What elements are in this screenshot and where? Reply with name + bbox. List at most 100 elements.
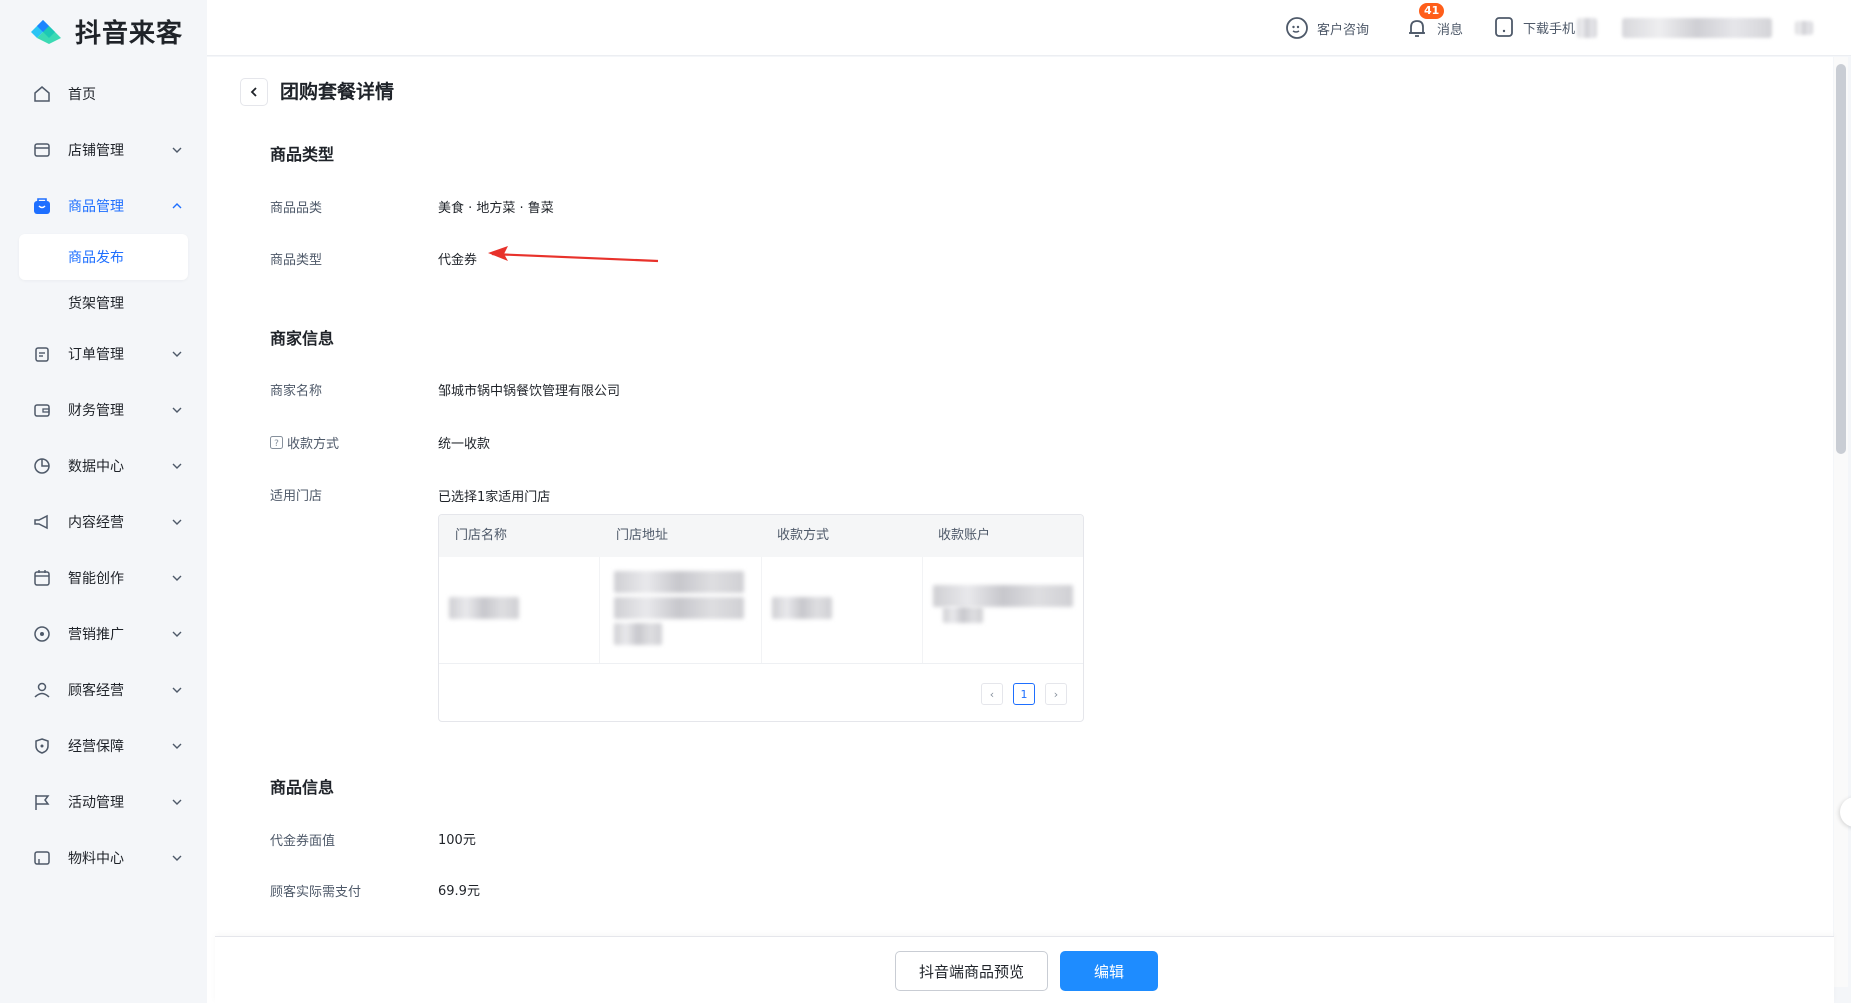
next-page-button[interactable]: › (1045, 683, 1067, 705)
redacted-area (1577, 18, 1597, 38)
section-title-merchant: 商家信息 (270, 329, 335, 348)
messages-badge: 41 (1419, 3, 1445, 19)
store-address-cell (600, 557, 762, 663)
messages-button[interactable]: 41 消息 (1405, 3, 1464, 40)
face-value: 100元 (438, 833, 476, 848)
edit-button[interactable]: 编辑 (1060, 951, 1158, 991)
category-value: 美食 · 地方菜 · 鲁菜 (438, 201, 554, 216)
help-icon[interactable]: ? (270, 436, 283, 449)
payment-method-label-text: 收款方式 (287, 437, 340, 452)
sidebar-item-data[interactable]: 数据中心 (0, 438, 207, 494)
chevron-down-icon (172, 575, 182, 581)
sidebar-item-label: 经营保障 (68, 739, 124, 755)
stores-value: 已选择1家适用门店 (438, 490, 551, 505)
bag-icon (32, 196, 52, 216)
sidebar-item-store[interactable]: 店铺管理 (0, 122, 207, 178)
chevron-down-icon (172, 519, 182, 525)
stores-table: 门店名称 门店地址 收款方式 收款账户 ‹ 1 › (438, 514, 1084, 722)
sidebar-item-content[interactable]: 内容经营 (0, 494, 207, 550)
phone-icon (1495, 17, 1513, 37)
column-header: 收款账户 (938, 528, 991, 543)
annotation-arrow (488, 246, 659, 263)
sidebar-item-label: 内容经营 (68, 515, 124, 531)
chevron-down-icon (172, 855, 182, 861)
account-menu[interactable] (1622, 18, 1772, 38)
download-label: 下载手机 (1523, 21, 1576, 37)
redacted-area (614, 597, 745, 619)
chevron-left-icon (250, 87, 257, 97)
merchant-name-value: 邹城市锅中锅餐饮管理有限公司 (438, 384, 621, 399)
redacted-area (932, 585, 1073, 607)
svg-text:?: ? (274, 439, 279, 449)
sidebar-subitem-product-publish[interactable]: 商品发布 (19, 234, 188, 280)
sidebar-item-customers[interactable]: 顾客经营 (0, 662, 207, 718)
chevron-down-icon (172, 687, 182, 693)
sidebar-item-materials[interactable]: 物料中心 (0, 830, 207, 886)
pagination: ‹ 1 › (981, 683, 1067, 705)
column-header: 门店名称 (455, 528, 508, 543)
sidebar-item-label: 智能创作 (68, 571, 124, 587)
chevron-down-icon (172, 743, 182, 749)
sidebar-item-assurance[interactable]: 经营保障 (0, 718, 207, 774)
chevron-down-icon (172, 631, 182, 637)
type-value: 代金券 (438, 253, 478, 268)
support-label: 客户咨询 (1317, 22, 1370, 38)
pay-amount-label: 顾客实际需支付 (270, 885, 362, 900)
pay-amount-value: 69.9元 (438, 884, 480, 899)
bottom-action-bar: 抖音端商品预览 编辑 (215, 936, 1834, 1003)
sidebar-subitem-shelf[interactable]: 货架管理 (0, 280, 207, 326)
table-row (439, 557, 1083, 664)
sidebar-item-orders[interactable]: 订单管理 (0, 326, 207, 382)
sidebar-item-creation[interactable]: 智能创作 (0, 550, 207, 606)
sidebar-item-label: 商品管理 (68, 199, 124, 215)
table-header: 门店名称 门店地址 收款方式 收款账户 (439, 515, 1083, 557)
section-title-product-type: 商品类型 (270, 145, 335, 164)
sidebar-item-label: 财务管理 (68, 403, 124, 419)
payment-method-cell (762, 557, 923, 663)
redacted-area (614, 571, 745, 593)
sidebar-item-label: 顾客经营 (68, 683, 124, 699)
page-title: 团购套餐详情 (280, 81, 395, 103)
chevron-down-icon (172, 351, 182, 357)
page-number-button[interactable]: 1 (1013, 683, 1035, 705)
sidebar: 抖音来客 首页 店铺管理 商品管理 商品发布 货架管理 订单管理 财务管理 数据… (0, 0, 207, 1003)
type-label: 商品类型 (270, 253, 323, 268)
store-icon (32, 140, 52, 160)
flag-icon (32, 792, 52, 812)
back-button[interactable] (240, 78, 268, 106)
sidebar-item-label: 营销推广 (68, 627, 124, 643)
pie-chart-icon (32, 456, 52, 476)
chat-icon (1286, 17, 1308, 39)
messages-label: 消息 (1437, 22, 1464, 38)
sidebar-item-activities[interactable]: 活动管理 (0, 774, 207, 830)
sidebar-item-finance[interactable]: 财务管理 (0, 382, 207, 438)
column-header: 收款方式 (777, 528, 830, 543)
redacted-area (1795, 21, 1813, 35)
category-label: 商品品类 (270, 201, 323, 216)
sidebar-nav: 首页 店铺管理 商品管理 商品发布 货架管理 订单管理 财务管理 数据中心 内容… (0, 66, 207, 886)
prev-page-button[interactable]: ‹ (981, 683, 1003, 705)
app-logo[interactable]: 抖音来客 (27, 14, 184, 49)
sidebar-item-label: 店铺管理 (68, 143, 124, 159)
bell-icon: 41 (1405, 3, 1445, 40)
sidebar-item-home[interactable]: 首页 (0, 66, 207, 122)
preview-button[interactable]: 抖音端商品预览 (895, 951, 1048, 991)
chevron-down-icon (172, 147, 182, 153)
download-app-button[interactable]: 下载手机 (1493, 16, 1575, 38)
chevron-down-icon (172, 463, 182, 469)
sidebar-item-products[interactable]: 商品管理 (0, 178, 207, 234)
logo-icon (27, 14, 65, 48)
sidebar-item-marketing[interactable]: 营销推广 (0, 606, 207, 662)
redacted-area (449, 597, 519, 619)
wallet-icon (32, 400, 52, 420)
app-name: 抖音来客 (75, 18, 184, 49)
redacted-area (942, 607, 983, 623)
location-icon (32, 624, 52, 644)
shield-icon (32, 736, 52, 756)
support-button[interactable]: 客户咨询 (1285, 16, 1369, 40)
sidebar-item-label: 物料中心 (68, 851, 124, 867)
scrollbar-thumb[interactable] (1836, 64, 1846, 454)
face-value-label: 代金券面值 (270, 834, 336, 849)
calendar-icon (32, 568, 52, 588)
chevron-down-icon (172, 799, 182, 805)
